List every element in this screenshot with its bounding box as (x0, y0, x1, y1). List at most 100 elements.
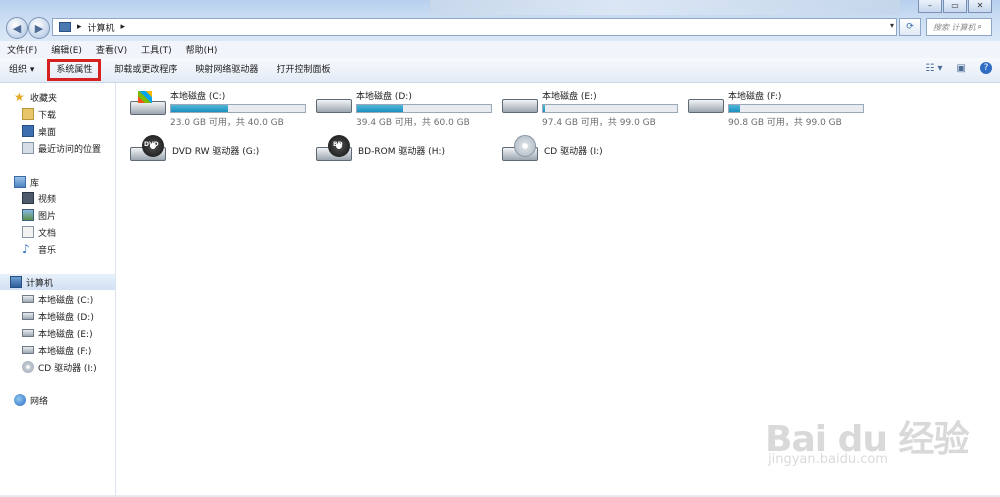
nav-pictures-label: 图片 (38, 211, 57, 222)
window-controls: – ▭ ✕ (917, 0, 992, 13)
nav-documents-label: 文档 (38, 228, 57, 239)
address-dropdown-icon[interactable]: ▾ (890, 21, 894, 30)
menu-file[interactable]: 文件(F) (0, 43, 44, 56)
nav-computer[interactable]: 计算机 (0, 274, 115, 290)
map-network-drive-button[interactable]: 映射网络驱动器 (186, 58, 267, 82)
system-drive-icon (22, 295, 34, 303)
drive-e-usage-bar (542, 104, 678, 113)
nav-drive-i[interactable]: CD 驱动器 (I:) (22, 359, 97, 375)
open-control-panel-button[interactable]: 打开控制面板 (267, 58, 339, 82)
system-properties-button[interactable]: 系统属性 (47, 59, 102, 81)
nav-network[interactable]: 网络 (14, 392, 48, 408)
nav-recent[interactable]: 最近访问的位置 (22, 140, 101, 156)
address-segment-computer[interactable]: 计算机 (88, 21, 115, 34)
menu-tools[interactable]: 工具(T) (134, 43, 179, 56)
drive-i-tile[interactable]: CD 驱动器 (I:) (502, 135, 603, 165)
refresh-button[interactable]: ⟳ (899, 18, 921, 36)
search-placeholder: 搜索 计算机 (933, 22, 976, 32)
drive-f-tile[interactable]: 本地磁盘 (F:) 90.8 GB 可用，共 99.0 GB (688, 89, 864, 129)
nav-music-label: 音乐 (38, 245, 57, 256)
title-bar: – ▭ ✕ ◀ ▶ ▸ 计算机 ▸ ▾ ⟳ 搜索 计算机 ⌕ (0, 0, 1000, 41)
drive-c-tile[interactable]: 本地磁盘 (C:) 23.0 GB 可用，共 40.0 GB (130, 89, 306, 129)
video-icon (22, 192, 34, 204)
close-button[interactable]: ✕ (968, 0, 992, 13)
drive-d-name: 本地磁盘 (D:) (356, 92, 412, 102)
nav-drive-e[interactable]: 本地磁盘 (E:) (22, 325, 93, 341)
system-drive-icon (130, 89, 166, 119)
drive-e-name: 本地磁盘 (E:) (542, 92, 597, 102)
nav-drive-d[interactable]: 本地磁盘 (D:) (22, 308, 94, 324)
nav-music[interactable]: ♪ 音乐 (22, 241, 56, 257)
pictures-icon (22, 209, 34, 221)
nav-drive-c[interactable]: 本地磁盘 (C:) (22, 291, 93, 307)
dvd-drive-icon: DVD (130, 135, 166, 165)
nav-libraries[interactable]: 库 (14, 174, 39, 190)
nav-drive-f-label: 本地磁盘 (F:) (38, 346, 92, 357)
downloads-folder-icon (22, 108, 34, 120)
view-controls: ☷ ▾ ▣ ? (925, 62, 992, 74)
drive-d-usage-bar (356, 104, 492, 113)
drive-g-tile[interactable]: DVD DVD RW 驱动器 (G:) (130, 135, 259, 165)
drive-i-name: CD 驱动器 (I:) (544, 146, 603, 157)
preview-pane-icon[interactable]: ▣ (957, 63, 966, 74)
menu-help[interactable]: 帮助(H) (179, 43, 225, 56)
nav-drive-c-label: 本地磁盘 (C:) (38, 295, 94, 306)
nav-favorites[interactable]: ★ 收藏夹 (14, 89, 57, 105)
drive-icon (316, 89, 352, 119)
drive-d-tile[interactable]: 本地磁盘 (D:) 39.4 GB 可用，共 60.0 GB (316, 89, 492, 129)
drive-icon (22, 312, 34, 320)
drive-h-tile[interactable]: BD BD-ROM 驱动器 (H:) (316, 135, 445, 165)
command-bar: 组织 ▾ 系统属性 卸载或更改程序 映射网络驱动器 打开控制面板 ☷ ▾ ▣ ? (0, 58, 1000, 83)
address-separator: ▸ (77, 22, 82, 32)
menu-view[interactable]: 查看(V) (89, 43, 134, 56)
drive-g-name: DVD RW 驱动器 (G:) (172, 146, 260, 157)
nav-videos-label: 视频 (38, 194, 57, 205)
refresh-icon: ⟳ (906, 22, 914, 32)
watermark-url: jingyan.baidu.com (768, 452, 888, 467)
view-options-icon[interactable]: ☷ ▾ (925, 63, 942, 74)
back-button[interactable]: ◀ (6, 17, 28, 39)
star-icon: ★ (14, 90, 25, 104)
drive-d-usage-fill (357, 105, 403, 112)
drive-icon (22, 329, 34, 337)
nav-documents[interactable]: 文档 (22, 224, 56, 240)
drive-c-usage-fill (171, 105, 228, 112)
help-icon[interactable]: ? (980, 62, 992, 74)
nav-drive-f[interactable]: 本地磁盘 (F:) (22, 342, 91, 358)
recent-places-icon (22, 142, 34, 154)
menu-bar: 文件(F) 编辑(E) 查看(V) 工具(T) 帮助(H) (0, 41, 1000, 58)
nav-pictures[interactable]: 图片 (22, 207, 56, 223)
bd-drive-icon: BD (316, 135, 352, 165)
music-note-icon: ♪ (22, 242, 30, 256)
menu-edit[interactable]: 编辑(E) (44, 43, 89, 56)
nav-recent-label: 最近访问的位置 (38, 144, 102, 155)
nav-downloads[interactable]: 下载 (22, 106, 56, 122)
minimize-button[interactable]: – (918, 0, 942, 13)
drive-d-free-space: 39.4 GB 可用，共 60.0 GB (356, 118, 470, 128)
nav-drive-i-label: CD 驱动器 (I:) (38, 363, 97, 374)
drive-icon (688, 89, 724, 119)
drive-h-name: BD-ROM 驱动器 (H:) (358, 146, 445, 157)
search-input[interactable]: 搜索 计算机 ⌕ (926, 18, 992, 36)
organize-button[interactable]: 组织 ▾ (0, 58, 43, 82)
address-bar[interactable]: ▸ 计算机 ▸ ▾ (52, 18, 897, 36)
back-arrow-icon: ◀ (12, 21, 22, 35)
drive-e-tile[interactable]: 本地磁盘 (E:) 97.4 GB 可用，共 99.0 GB (502, 89, 678, 129)
nav-videos[interactable]: 视频 (22, 190, 56, 206)
forward-button[interactable]: ▶ (28, 17, 50, 39)
documents-icon (22, 226, 34, 238)
uninstall-program-button[interactable]: 卸载或更改程序 (105, 58, 186, 82)
drive-f-usage-fill (729, 105, 741, 112)
nav-drive-d-label: 本地磁盘 (D:) (38, 312, 94, 323)
bd-badge: BD (333, 141, 343, 148)
restore-button[interactable]: ▭ (943, 0, 967, 13)
nav-drive-e-label: 本地磁盘 (E:) (38, 329, 93, 340)
library-icon (14, 176, 26, 188)
cd-drive-icon (502, 135, 538, 165)
cd-drive-icon (22, 361, 34, 373)
drive-f-free-space: 90.8 GB 可用，共 99.0 GB (728, 118, 842, 128)
dvd-badge: DVD (144, 141, 159, 148)
address-separator-2[interactable]: ▸ (121, 22, 126, 32)
nav-desktop[interactable]: 桌面 (22, 123, 56, 139)
computer-icon (10, 276, 22, 288)
